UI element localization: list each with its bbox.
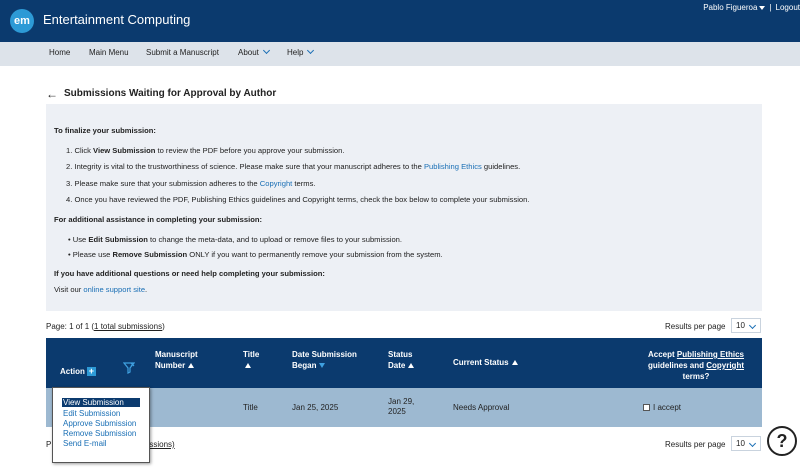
nav-about[interactable]: About (238, 46, 270, 57)
bullet-remove: • Please use Remove Submission ONLY if y… (68, 250, 443, 259)
chevron-down-icon (262, 46, 270, 55)
total-submissions-link[interactable]: 1 total submissions (94, 322, 162, 331)
col-status-date[interactable]: Status Date (388, 349, 415, 371)
step-4: 4. Once you have reviewed the PDF, Publi… (66, 195, 530, 204)
table-header: Action + Manuscript Number Title Date Subm… (46, 338, 762, 388)
nav-home[interactable]: Home (49, 48, 70, 57)
journal-logo[interactable]: em (10, 9, 34, 33)
col-current-status[interactable]: Current Status (453, 357, 518, 368)
menu-view-submission[interactable]: View Submission (62, 398, 140, 407)
sort-desc-icon (319, 363, 326, 369)
col-manuscript-number[interactable]: Manuscript Number (155, 349, 198, 371)
menu-edit-submission[interactable]: Edit Submission (63, 409, 120, 418)
cell-status-date: Jan 29, 2025 (388, 397, 415, 416)
nav-help[interactable]: Help (287, 46, 315, 57)
nav-submit-manuscript[interactable]: Submit a Manuscript (146, 48, 219, 57)
chevron-down-icon (307, 46, 315, 55)
questions-heading: If you have additional questions or need… (54, 269, 325, 278)
copyright-header-link[interactable]: Copyright (706, 361, 744, 370)
online-support-link[interactable]: online support site (83, 285, 145, 294)
accept-label: I accept (653, 403, 682, 412)
table-row: Title Jan 25, 2025 Jan 29, 2025 Needs App… (46, 388, 762, 427)
results-per-page-label: Results per page (665, 322, 726, 331)
cell-date-began: Jan 25, 2025 (292, 403, 339, 412)
clear-filter-icon[interactable] (123, 362, 135, 374)
publishing-ethics-link[interactable]: Publishing Ethics (424, 162, 482, 171)
action-menu: View Submission Edit Submission Approve … (52, 387, 150, 463)
sort-asc-icon (245, 363, 251, 369)
menu-send-email[interactable]: Send E-mail (63, 439, 107, 448)
finalize-heading: To finalize your submission: (54, 126, 156, 135)
cell-current-status: Needs Approval (453, 403, 510, 412)
main-nav: Home Main Menu Submit a Manuscript About… (0, 42, 800, 66)
logout-link[interactable]: Logout (776, 3, 800, 12)
step-3: 3. Please make sure that your submission… (66, 179, 316, 188)
step-1: 1. Click View Submission to review the P… (66, 146, 345, 155)
copyright-link[interactable]: Copyright (260, 179, 293, 188)
chevron-down-icon (748, 321, 757, 330)
chevron-down-icon (759, 5, 766, 10)
assist-heading: For additional assistance in completing … (54, 215, 263, 224)
step-2: 2. Integrity is vital to the trustworthi… (66, 162, 521, 171)
page-info: Page: 1 of 1 (1 total submissions) (46, 322, 165, 331)
user-menu[interactable]: Pablo Figueroa (703, 3, 766, 12)
results-per-page-select-bottom[interactable]: 10 (731, 436, 761, 451)
accept-checkbox[interactable] (643, 404, 650, 412)
user-area: Pablo Figueroa | Logout (703, 3, 800, 12)
sort-asc-icon (511, 360, 518, 366)
help-button[interactable]: ? (767, 426, 797, 456)
instructions-panel: To finalize your submission: 1. Click Vi… (46, 104, 762, 311)
sort-asc-icon (408, 363, 415, 369)
cell-title: Title (243, 403, 258, 412)
back-arrow-icon[interactable]: ← (46, 87, 58, 101)
nav-main-menu[interactable]: Main Menu (89, 48, 129, 57)
accept-checkbox-wrap[interactable]: I accept (643, 403, 681, 413)
col-date-began[interactable]: Date Submission Began (292, 349, 357, 371)
results-per-page-select[interactable]: 10 (731, 318, 761, 333)
user-name: Pablo Figueroa (703, 3, 758, 12)
journal-title: Entertainment Computing (43, 12, 191, 27)
col-title[interactable]: Title (243, 349, 259, 371)
col-accept: Accept Publishing Ethics guidelines and C… (647, 350, 745, 381)
support-line: Visit our online support site. (54, 285, 148, 294)
menu-approve-submission[interactable]: Approve Submission (63, 419, 136, 428)
page-title: Submissions Waiting for Approval by Auth… (64, 88, 277, 99)
top-banner: em Entertainment Computing Pablo Figuero… (0, 0, 800, 42)
menu-remove-submission[interactable]: Remove Submission (63, 429, 136, 438)
col-action: Action + (60, 366, 96, 377)
chevron-down-icon (748, 439, 757, 448)
publishing-ethics-header-link[interactable]: Publishing Ethics (677, 350, 744, 359)
sort-asc-icon (188, 363, 195, 369)
expand-plus-icon[interactable]: + (86, 367, 96, 377)
results-per-page-label-bottom: Results per page (665, 440, 726, 449)
bullet-edit: • Use Edit Submission to change the meta… (68, 235, 403, 244)
